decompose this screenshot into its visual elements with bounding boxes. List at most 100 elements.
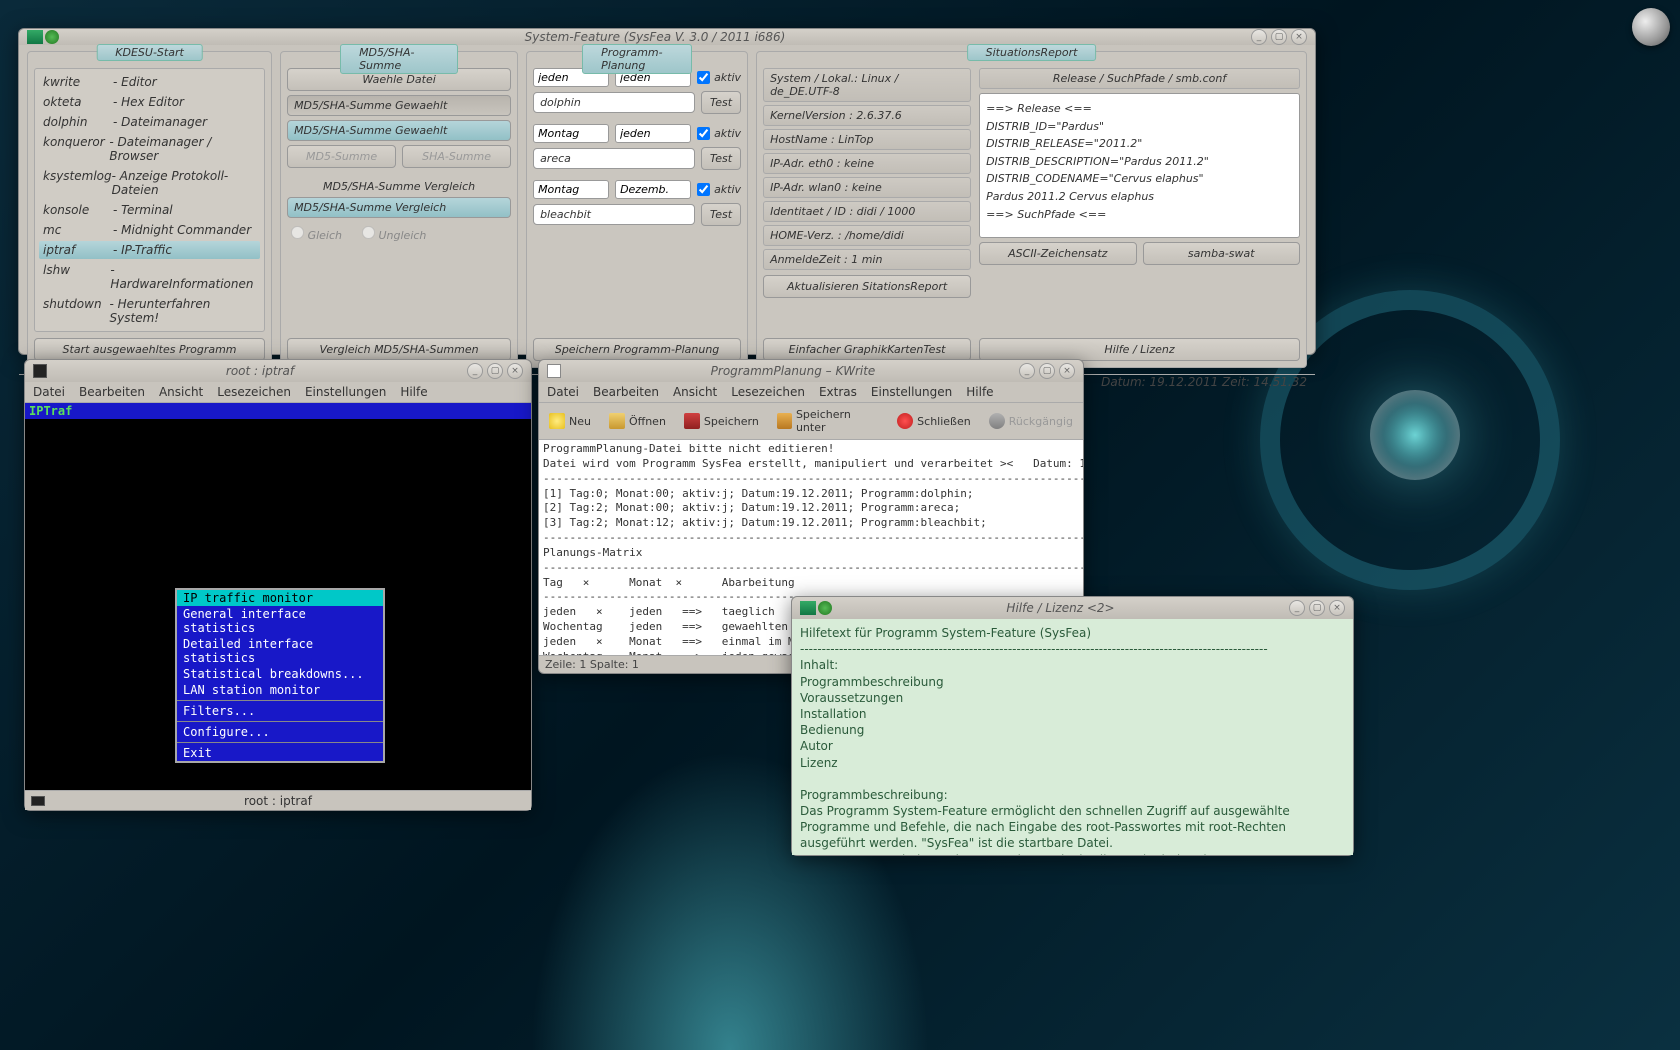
sit-info: IP-Adr. wlan0 : keine <box>763 177 971 198</box>
list-item[interactable]: ksystemlog- Anzeige Protokoll-Dateien <box>39 167 260 199</box>
list-item[interactable]: kwrite- Editor <box>39 73 260 91</box>
menu-item[interactable]: Datei <box>547 385 579 399</box>
plan3-program-input[interactable] <box>533 204 695 225</box>
list-item-selected[interactable]: iptraf- IP-Traffic <box>39 241 260 259</box>
plan1-program-input[interactable] <box>533 92 695 113</box>
plan1-aktiv-check[interactable]: aktiv <box>697 71 741 84</box>
list-item[interactable]: shutdown- Herunterfahren System! <box>39 295 260 327</box>
close-button[interactable]: × <box>507 363 523 379</box>
menu-lan-monitor[interactable]: LAN station monitor <box>177 682 383 698</box>
plan1-test-button[interactable]: Test <box>701 91 741 114</box>
menu-item[interactable]: Datei <box>33 385 65 399</box>
plan2-program-input[interactable] <box>533 148 695 169</box>
open-icon <box>609 413 625 429</box>
hilfe-titlebar[interactable]: Hilfe / Lizenz <2> _ ▢ × <box>792 597 1353 619</box>
close-button[interactable]: × <box>1329 600 1345 616</box>
samba-button[interactable]: samba-swat <box>1143 242 1300 265</box>
menu-item[interactable]: Einstellungen <box>871 385 952 399</box>
radio-unequal[interactable]: Ungleich <box>362 226 426 242</box>
menu-item[interactable]: Ansicht <box>673 385 717 399</box>
maximize-button[interactable]: ▢ <box>487 363 503 379</box>
saveas-icon <box>777 413 792 429</box>
plan2-day-select[interactable]: Montag <box>533 124 609 143</box>
list-item[interactable]: konqueror- Dateimanager / Browser <box>39 133 260 165</box>
menu-general-stats[interactable]: General interface statistics <box>177 606 383 636</box>
plan-title: Programm-Planung <box>582 44 692 74</box>
plan3-month-select[interactable]: Dezemb. <box>615 180 691 199</box>
maximize-button[interactable]: ▢ <box>1039 363 1055 379</box>
menu-detailed-stats[interactable]: Detailed interface statistics <box>177 636 383 666</box>
menu-configure[interactable]: Configure... <box>177 724 383 740</box>
menu-exit[interactable]: Exit <box>177 745 383 761</box>
plan2-test-button[interactable]: Test <box>701 147 741 170</box>
menu-item[interactable]: Einstellungen <box>305 385 386 399</box>
menu-ip-traffic[interactable]: IP traffic monitor <box>177 590 383 606</box>
menu-item[interactable]: Lesezeichen <box>731 385 805 399</box>
list-item[interactable]: mc- Midnight Commander <box>39 221 260 239</box>
refresh-report-button[interactable]: Aktualisieren SitationsReport <box>763 275 971 298</box>
plan2-month-select[interactable]: jeden <box>615 124 691 143</box>
menu-item[interactable]: Ansicht <box>159 385 203 399</box>
gfx-test-button[interactable]: Einfacher GraphikKartenTest <box>763 338 971 361</box>
sha-button[interactable]: SHA-Summe <box>402 145 511 168</box>
report-box[interactable]: ==> Release <== DISTRIB_ID="Pardus" DIST… <box>979 93 1300 238</box>
list-item[interactable]: konsole- Terminal <box>39 201 260 219</box>
menu-item[interactable]: Hilfe <box>966 385 993 399</box>
open-button[interactable]: Öffnen <box>605 411 670 431</box>
save-plan-button[interactable]: Speichern Programm-Planung <box>533 338 741 361</box>
menu-item[interactable]: Bearbeiten <box>593 385 659 399</box>
save-icon <box>684 413 700 429</box>
sit-info: HostName : LinTop <box>763 129 971 150</box>
save-button[interactable]: Speichern <box>680 411 763 431</box>
maximize-button[interactable]: ▢ <box>1271 29 1287 45</box>
maximize-button[interactable]: ▢ <box>1309 600 1325 616</box>
menu-item[interactable]: Lesezeichen <box>217 385 291 399</box>
menu-item[interactable]: Extras <box>819 385 857 399</box>
chosen-file-1: MD5/SHA-Summe Gewaehlt <box>287 95 511 116</box>
menu-stat-breakdowns[interactable]: Statistical breakdowns... <box>177 666 383 682</box>
menu-item[interactable]: Bearbeiten <box>79 385 145 399</box>
saveas-button[interactable]: Speichern unter <box>773 406 883 436</box>
close-button[interactable]: × <box>1291 29 1307 45</box>
menu-item[interactable]: Hilfe <box>400 385 427 399</box>
help-text-area[interactable]: Hilfetext für Programm System-Feature (S… <box>792 619 1353 855</box>
report-header: Release / SuchPfade / smb.conf <box>979 68 1300 89</box>
list-item[interactable]: dolphin- Dateimanager <box>39 113 260 131</box>
minimize-button[interactable]: _ <box>467 363 483 379</box>
help-license-button[interactable]: Hilfe / Lizenz <box>979 338 1300 361</box>
compare-sums-button[interactable]: Vergleich MD5/SHA-Summen <box>287 338 511 361</box>
iptraf-window: root : iptraf _ ▢ × Datei Bearbeiten Ans… <box>24 359 532 811</box>
close-file-button[interactable]: Schließen <box>893 411 975 431</box>
undo-button[interactable]: Rückgängig <box>985 411 1077 431</box>
sysfea-window: System-Feature (SysFea V. 3.0 / 2011 i68… <box>18 28 1316 355</box>
iptraf-tab[interactable]: root : iptraf <box>25 790 531 810</box>
compare-field: MD5/SHA-Summe Vergleich <box>287 197 511 218</box>
radio-equal[interactable]: Gleich <box>291 226 342 242</box>
start-program-button[interactable]: Start ausgewaehltes Programm <box>34 338 265 361</box>
md5-button[interactable]: MD5-Summe <box>287 145 396 168</box>
minimize-button[interactable]: _ <box>1019 363 1035 379</box>
close-button[interactable]: × <box>1059 363 1075 379</box>
plan3-day-select[interactable]: Montag <box>533 180 609 199</box>
kwrite-titlebar[interactable]: ProgrammPlanung – KWrite _ ▢ × <box>539 360 1083 382</box>
minimize-button[interactable]: _ <box>1251 29 1267 45</box>
sysfea-titlebar[interactable]: System-Feature (SysFea V. 3.0 / 2011 i68… <box>19 29 1315 45</box>
list-item[interactable]: okteta- Hex Editor <box>39 93 260 111</box>
menu-filters[interactable]: Filters... <box>177 703 383 719</box>
close-icon <box>897 413 913 429</box>
status-datetime: Datum: 19.12.2011 Zeit: 14.51.32 <box>1101 375 1307 389</box>
list-item[interactable]: lshw- HardwareInformationen <box>39 261 260 293</box>
iptraf-titlebar[interactable]: root : iptraf _ ▢ × <box>25 360 531 382</box>
new-button[interactable]: Neu <box>545 411 595 431</box>
showdesktop-button[interactable] <box>1632 8 1670 46</box>
ascii-button[interactable]: ASCII-Zeichensatz <box>979 242 1136 265</box>
plan3-aktiv-check[interactable]: aktiv <box>697 183 741 196</box>
kdesu-title: KDESU-Start <box>96 44 203 61</box>
terminal-area[interactable]: IPTraf IP traffic monitor General interf… <box>25 403 531 790</box>
plan3-test-button[interactable]: Test <box>701 203 741 226</box>
program-list: kwrite- Editor okteta- Hex Editor dolphi… <box>34 68 265 332</box>
app-icon <box>800 601 816 615</box>
plan2-aktiv-check[interactable]: aktiv <box>697 127 741 140</box>
md5-title: MD5/SHA-Summe <box>340 44 458 74</box>
minimize-button[interactable]: _ <box>1289 600 1305 616</box>
